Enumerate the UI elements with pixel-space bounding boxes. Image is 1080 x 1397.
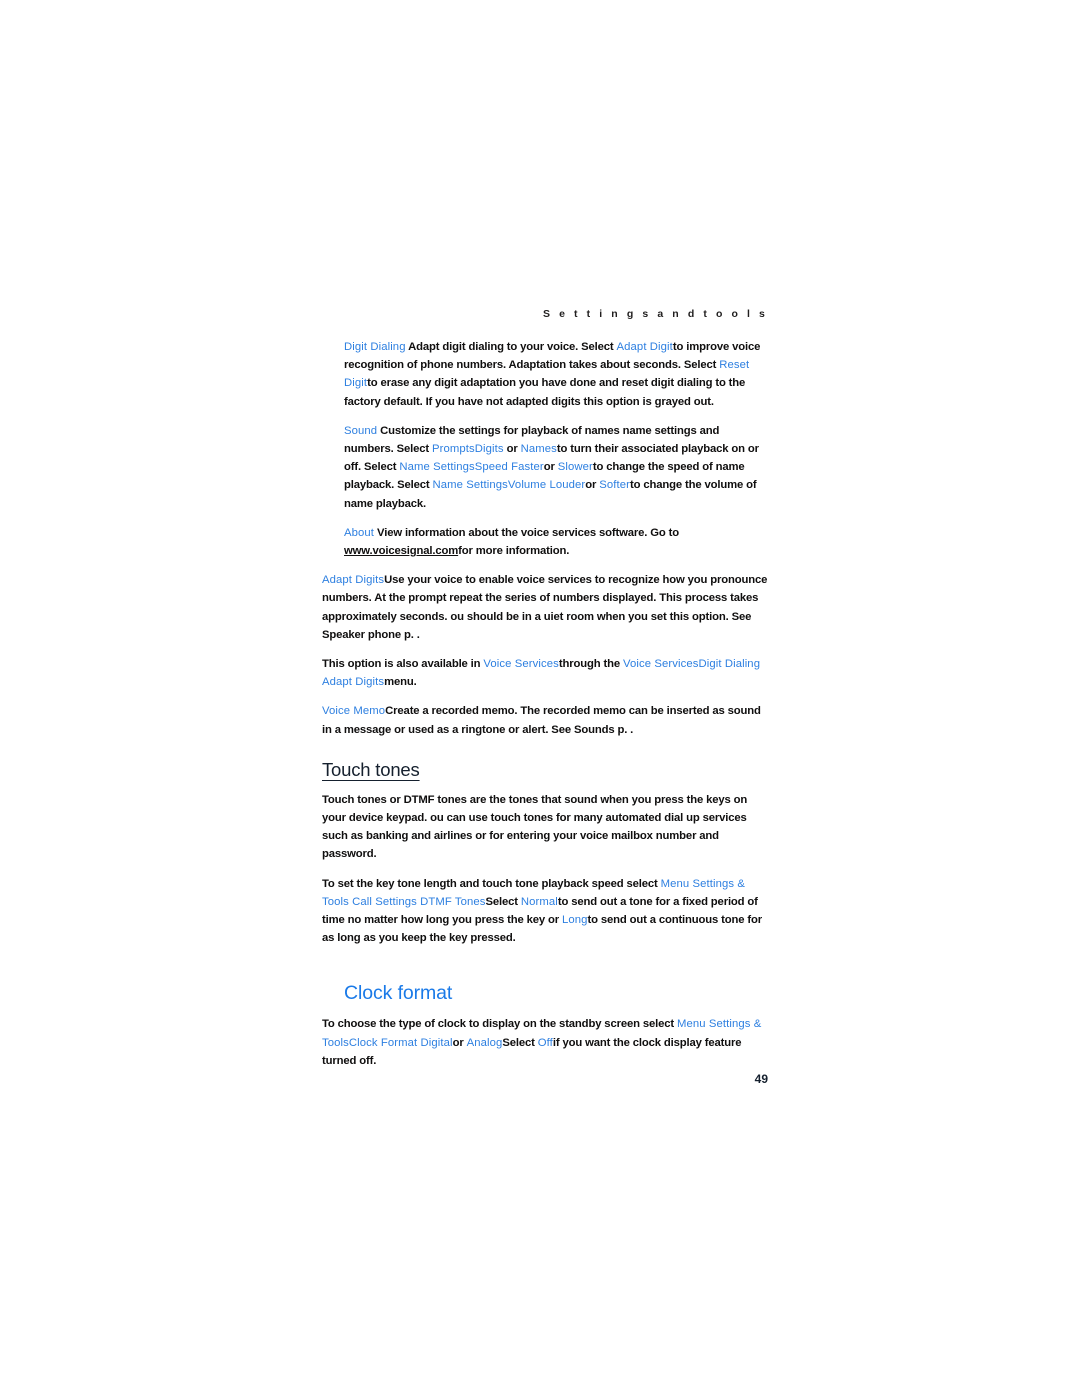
ui-term-sound: Sound	[344, 424, 378, 437]
ui-term-digit-dialing: Digit Dialing	[344, 341, 406, 353]
ui-term-slower: Slower	[557, 461, 593, 474]
text-run: or	[503, 443, 521, 456]
text-run: Use your voice to enable voice services …	[322, 574, 768, 641]
paragraph-sound: Sound Customize the settings for playbac…	[344, 422, 770, 513]
text-run: or	[543, 461, 558, 474]
text-run: Select	[502, 1036, 538, 1049]
ui-term-prompts: Prompts	[432, 443, 475, 456]
ui-term-analog: Analog	[466, 1036, 503, 1049]
text-run: Select	[485, 895, 521, 908]
ui-term-name-settings: Name Settings	[399, 461, 475, 474]
ui-term-voice-services: Voice Services	[483, 658, 559, 671]
page-number: 49	[754, 1072, 768, 1086]
ui-term-normal: Normal	[520, 895, 558, 908]
heading-touch-tones: Touch tones	[322, 758, 420, 780]
ui-term-clock-format-digital: Clock Format Digital	[348, 1036, 453, 1049]
text-run: This option is also available in	[322, 658, 484, 671]
ui-term-voice-services-2: Voice Services	[623, 658, 699, 671]
ui-term-voice-memo: Voice Memo	[322, 705, 386, 718]
ui-term-off: Off	[537, 1036, 553, 1049]
text-run: Create a recorded memo. The recorded mem…	[322, 705, 761, 736]
text-run: or	[585, 479, 600, 492]
ui-term-softer: Softer	[599, 479, 630, 492]
text-run: or	[452, 1036, 467, 1049]
ui-term-names: Names	[520, 443, 557, 456]
paragraph-about: About View information about the voice s…	[344, 524, 770, 560]
paragraph-touch-tones-intro: Touch tones or DTMF tones are the tones …	[322, 791, 770, 864]
text-run: View information about the voice service…	[374, 526, 680, 539]
text-run: menu.	[384, 676, 417, 689]
text-run: through the	[558, 658, 623, 671]
ui-term-long: Long	[561, 914, 588, 927]
ui-term-about: About	[344, 526, 375, 539]
text-run: Touch tones or DTMF tones are the tones …	[322, 793, 748, 861]
ui-term-name-settings-2: Name Settings	[432, 479, 508, 492]
text-run: to erase any digit adaptation you have d…	[344, 377, 746, 408]
document-page: S e t t i n g s a n d t o o l s Digit Di…	[0, 0, 1080, 1397]
ui-term-adapt-digits: Adapt Digits	[322, 574, 385, 587]
paragraph-voice-memo: Voice MemoCreate a recorded memo. The re…	[322, 702, 770, 738]
paragraph-digit-dialing: Digit Dialing Adapt digit dialing to you…	[344, 338, 770, 411]
text-run: To set the key tone length and touch ton…	[322, 877, 661, 890]
ui-term-speed-faster: Speed Faster	[474, 461, 544, 474]
heading-clock-format: Clock format	[344, 982, 453, 1005]
text-run: Adapt digit dialing to your voice. Selec…	[405, 341, 617, 353]
text-column: Digit Dialing Adapt digit dialing to you…	[322, 338, 770, 1081]
ui-term-adapt-digit: Adapt Digit	[616, 341, 673, 353]
ui-term-volume-louder: Volume Louder	[507, 479, 586, 492]
url-voicesignal[interactable]: www.voicesignal.com	[344, 545, 458, 557]
running-header: S e t t i n g s a n d t o o l s	[542, 308, 768, 320]
paragraph-touch-tones-settings: To set the key tone length and touch ton…	[322, 875, 770, 948]
paragraph-adapt-digits: Adapt DigitsUse your voice to enable voi…	[322, 571, 770, 644]
ui-term-digits: Digits	[474, 443, 504, 456]
paragraph-also-available: This option is also available in Voice S…	[322, 655, 770, 691]
paragraph-clock-format: To choose the type of clock to display o…	[322, 1015, 770, 1070]
text-run: To choose the type of clock to display o…	[322, 1018, 677, 1031]
text-run: for more information.	[458, 545, 570, 558]
